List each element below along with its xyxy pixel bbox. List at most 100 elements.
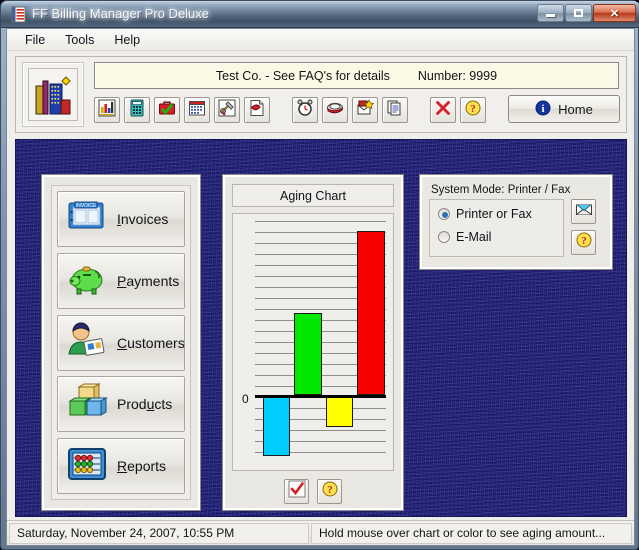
chart-title: Aging Chart — [232, 184, 394, 207]
chart-button[interactable] — [94, 97, 120, 123]
title-bar[interactable]: FF Billing Manager Pro Deluxe ✕ — [1, 1, 639, 28]
navigation-panel: INVOICE Invoices Payments Customers Prod… — [42, 175, 200, 510]
bar-chart-icon — [98, 99, 116, 122]
customer-person-icon — [65, 320, 111, 365]
svg-text:i: i — [542, 103, 545, 115]
status-datetime: Saturday, November 24, 2007, 10:55 PM — [9, 522, 309, 544]
mail-send-icon — [356, 98, 375, 122]
svg-text:?: ? — [327, 484, 333, 496]
calculator-icon — [128, 99, 146, 122]
sidebar-item-label: Customers — [117, 334, 185, 351]
bar-0[interactable] — [262, 395, 291, 456]
chart-zero-line — [255, 395, 386, 399]
sidebar-item-label: Products — [117, 396, 173, 413]
chart-plot[interactable] — [255, 221, 386, 463]
svg-text:?: ? — [470, 103, 476, 115]
toolbar-panel: Test Co. - See FAQ's for details Number:… — [15, 56, 627, 133]
sidebar-item-label: Payments — [117, 272, 180, 289]
minimize-button[interactable] — [537, 4, 564, 22]
svg-text:INVOICE: INVOICE — [76, 203, 97, 209]
chart-ok-button[interactable] — [284, 479, 309, 504]
printer-icon — [326, 99, 344, 122]
sidebar-item-reports[interactable]: Reports — [57, 438, 185, 494]
home-button[interactable]: i Home — [508, 95, 620, 123]
toolbox-button[interactable] — [154, 97, 180, 123]
invoice-icon: INVOICE — [65, 197, 111, 242]
chart-plot-container[interactable]: 0 — [232, 213, 394, 471]
copy-documents-icon — [386, 99, 404, 122]
info-banner: Test Co. - See FAQ's for details Number:… — [94, 62, 619, 89]
red-x-icon — [434, 99, 452, 122]
chart-help-button[interactable]: ? — [317, 479, 342, 504]
sidebar-item-label: Reports — [117, 458, 167, 474]
abacus-icon — [65, 444, 111, 489]
chart-zero-label: 0 — [242, 392, 249, 406]
pdf-document-icon — [248, 99, 266, 122]
hammer-wrench-icon — [218, 99, 236, 122]
sidebar-item-invoices[interactable]: INVOICE Invoices — [57, 191, 185, 247]
banner-company: Test Co. - See FAQ's for details — [215, 68, 390, 83]
mail-settings-button[interactable] — [571, 199, 596, 224]
aging-chart-panel: Aging Chart 0 ? — [223, 175, 403, 510]
desktop-background: INVOICE Invoices Payments Customers Prod… — [15, 139, 627, 517]
piggy-bank-icon — [65, 258, 111, 303]
tools-button[interactable] — [214, 97, 240, 123]
bar-3[interactable] — [357, 230, 385, 396]
alarm-clock-icon — [296, 99, 314, 122]
bar-2[interactable] — [325, 395, 354, 427]
svg-text:?: ? — [581, 235, 587, 247]
info-circle-icon: i — [535, 100, 551, 119]
sidebar-item-payments[interactable]: Payments — [57, 252, 185, 309]
chart-button-row: ? — [232, 479, 394, 504]
client-area: File Tools Help Test Co. - See FAQ's for… — [6, 28, 635, 546]
envelope-icon — [575, 200, 593, 223]
yellow-question-icon: ? — [575, 231, 593, 254]
radio-email-indicator[interactable] — [438, 231, 450, 243]
menu-help[interactable]: Help — [104, 31, 150, 49]
home-button-label: Home — [558, 101, 593, 117]
sysmode-help-button[interactable]: ? — [571, 230, 596, 255]
menu-file[interactable]: File — [15, 31, 55, 49]
sidebar-item-products[interactable]: Products — [57, 376, 185, 433]
status-bar: Saturday, November 24, 2007, 10:55 PM Ho… — [7, 520, 634, 545]
bar-1[interactable] — [294, 312, 322, 396]
alarm-button[interactable] — [292, 97, 318, 123]
yellow-question-icon: ? — [464, 99, 482, 122]
company-logo-box — [22, 62, 84, 127]
yellow-question-icon: ? — [321, 480, 339, 503]
application-window: FF Billing Manager Pro Deluxe ✕ File Too… — [0, 0, 639, 550]
radio-email-label: E-Mail — [456, 230, 492, 244]
city-buildings-icon — [28, 68, 78, 121]
system-mode-radio-group: Printer or Fax E-Mail — [429, 199, 564, 257]
menu-bar: File Tools Help — [7, 29, 634, 51]
calendar-icon — [188, 99, 206, 122]
radio-printer-or-fax-indicator[interactable] — [438, 208, 450, 220]
window-controls: ✕ — [537, 4, 636, 22]
send-mail-button[interactable] — [352, 97, 378, 123]
maximize-button[interactable] — [565, 4, 592, 22]
window-title: FF Billing Manager Pro Deluxe — [32, 6, 210, 21]
printer-button[interactable] — [322, 97, 348, 123]
status-hint: Hold mouse over chart or color to see ag… — [311, 522, 632, 544]
toolbox-check-icon — [158, 99, 176, 122]
copy-button[interactable] — [382, 97, 408, 123]
toolbar-icon-row: ? — [94, 95, 486, 125]
red-checkmark-icon — [288, 480, 306, 503]
help-button[interactable]: ? — [460, 97, 486, 123]
system-mode-buttons: ? — [571, 199, 596, 255]
exit-button[interactable] — [430, 97, 456, 123]
system-mode-label: System Mode: Printer / Fax — [431, 184, 571, 196]
calculator-button[interactable] — [124, 97, 150, 123]
document-list-icon — [10, 6, 27, 23]
system-mode-panel: System Mode: Printer / Fax Printer or Fa… — [420, 175, 612, 269]
radio-printer-or-fax-label: Printer or Fax — [456, 207, 532, 221]
sidebar-item-customers[interactable]: Customers — [57, 314, 185, 371]
menu-tools[interactable]: Tools — [55, 31, 104, 49]
boxes-icon — [65, 382, 111, 427]
close-button[interactable]: ✕ — [593, 4, 636, 22]
sidebar-item-label: Invoices — [117, 211, 169, 227]
radio-email[interactable]: E-Mail — [438, 230, 555, 244]
calendar-button[interactable] — [184, 97, 210, 123]
pdf-button[interactable] — [244, 97, 270, 123]
radio-printer-or-fax[interactable]: Printer or Fax — [438, 207, 555, 221]
